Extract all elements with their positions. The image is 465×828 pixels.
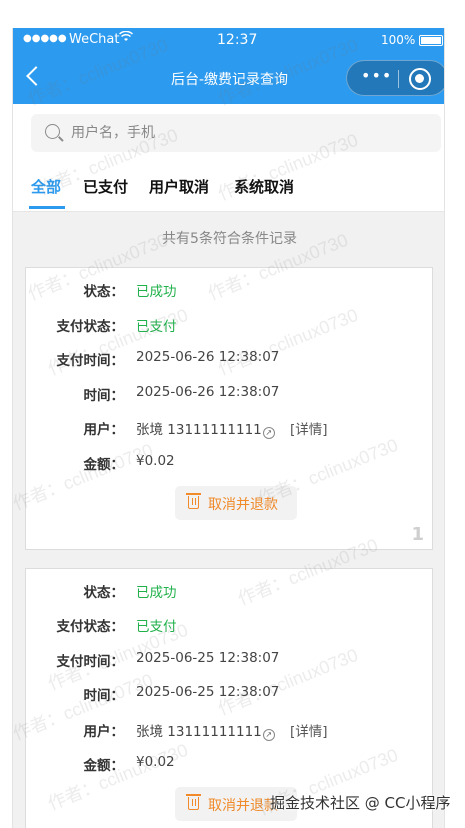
phone-screen: ●●●●● WeChat 12:37 100% 后台-缴费记录查询 ••• 全部… [12,28,445,828]
record-card: 状态： 已成功 支付状态： 已支付 支付时间： 2025-06-26 12:38… [25,267,433,550]
trash-icon [186,794,201,810]
source-watermark: 掘金技术社区 @ CC小程序 [270,794,451,812]
trash-icon [186,493,201,509]
user-label: 用户： [83,724,125,740]
carrier-name: WeChat [69,32,120,47]
pay-status-label: 支付状态： [56,319,125,335]
time-label: 时间： [83,688,125,704]
card-index: 1 [411,524,424,545]
mini-program-capsule: ••• [346,60,444,96]
clock: 12:37 [217,32,258,48]
status-row: 状态： 已成功 [26,581,434,601]
status-row: 状态： 已成功 [26,280,434,300]
user-value: 张境 13111111111 ↗ [136,418,275,439]
user-value: 张境 13111111111 ↗ [136,720,275,741]
time-label: 时间： [83,388,125,404]
tab-all[interactable]: 全部 [31,176,61,197]
amount-value: ¥0.02 [136,453,175,469]
search-bar [13,104,444,162]
pay-status-row: 支付状态： 已支付 [26,315,434,335]
cancel-refund-label: 取消并退款 [208,798,278,814]
amount-value: ¥0.02 [136,754,175,770]
pay-time-value: 2025-06-26 12:38:07 [136,349,280,365]
time-row: 时间： 2025-06-25 12:38:07 [26,684,434,704]
more-icon[interactable]: ••• [361,68,391,85]
record-card: 状态： 已成功 支付状态： 已支付 支付时间： 2025-06-25 12:38… [25,568,433,828]
tab-system-cancelled[interactable]: 系统取消 [234,176,294,197]
tab-active-indicator [29,206,65,209]
pay-time-value: 2025-06-25 12:38:07 [136,650,280,666]
nav-bar: 后台-缴费记录查询 ••• [13,52,444,104]
search-icon [45,124,60,139]
search-input[interactable] [71,114,431,152]
phone-call-icon[interactable]: ↗ [262,729,275,741]
pay-time-row: 支付时间： 2025-06-25 12:38:07 [26,650,434,670]
battery-percent: 100% [381,33,416,47]
phone-call-icon[interactable]: ↗ [262,427,275,439]
close-target-icon[interactable] [409,68,431,90]
time-row: 时间： 2025-06-26 12:38:07 [26,384,434,404]
search-box[interactable] [31,114,441,152]
pay-status-value: 已支付 [136,619,177,635]
amount-row: 金额： ¥0.02 [26,754,434,774]
status-value: 已成功 [136,284,177,300]
amount-label: 金额： [83,758,125,774]
user-name-phone: 张境 13111111111 [136,422,262,438]
signal-icon: ●●●●● [23,33,67,44]
tab-paid[interactable]: 已支付 [83,176,128,197]
battery-icon [419,35,443,46]
pay-time-label: 支付时间： [56,353,125,369]
status-value: 已成功 [136,585,177,601]
user-name-phone: 张境 13111111111 [136,724,262,740]
amount-label: 金额： [83,457,125,473]
status-label: 状态： [83,585,125,601]
wifi-icon [118,30,134,45]
tab-user-cancelled[interactable]: 用户取消 [149,176,209,197]
pay-time-row: 支付时间： 2025-06-26 12:38:07 [26,349,434,369]
pay-status-label: 支付状态： [56,619,125,635]
cancel-refund-label: 取消并退款 [208,497,278,513]
user-row: 用户： 张境 13111111111 ↗ [详情] [26,418,434,439]
capsule-divider [398,70,399,88]
user-label: 用户： [83,422,125,438]
status-bar: ●●●●● WeChat 12:37 100% [13,28,444,52]
detail-link[interactable]: [详情] [290,418,328,438]
cancel-refund-button[interactable]: 取消并退款 [175,486,297,520]
pay-status-value: 已支付 [136,319,177,335]
user-row: 用户： 张境 13111111111 ↗ [详情] [26,720,434,741]
result-summary: 共有5条符合条件记录 [162,231,297,247]
amount-row: 金额： ¥0.02 [26,453,434,473]
time-value: 2025-06-26 12:38:07 [136,384,280,400]
time-value: 2025-06-25 12:38:07 [136,684,280,700]
pay-time-label: 支付时间： [56,654,125,670]
filter-tabs: 全部 已支付 用户取消 系统取消 [13,162,444,212]
status-label: 状态： [83,284,125,300]
pay-status-row: 支付状态： 已支付 [26,615,434,635]
detail-link[interactable]: [详情] [290,720,328,740]
